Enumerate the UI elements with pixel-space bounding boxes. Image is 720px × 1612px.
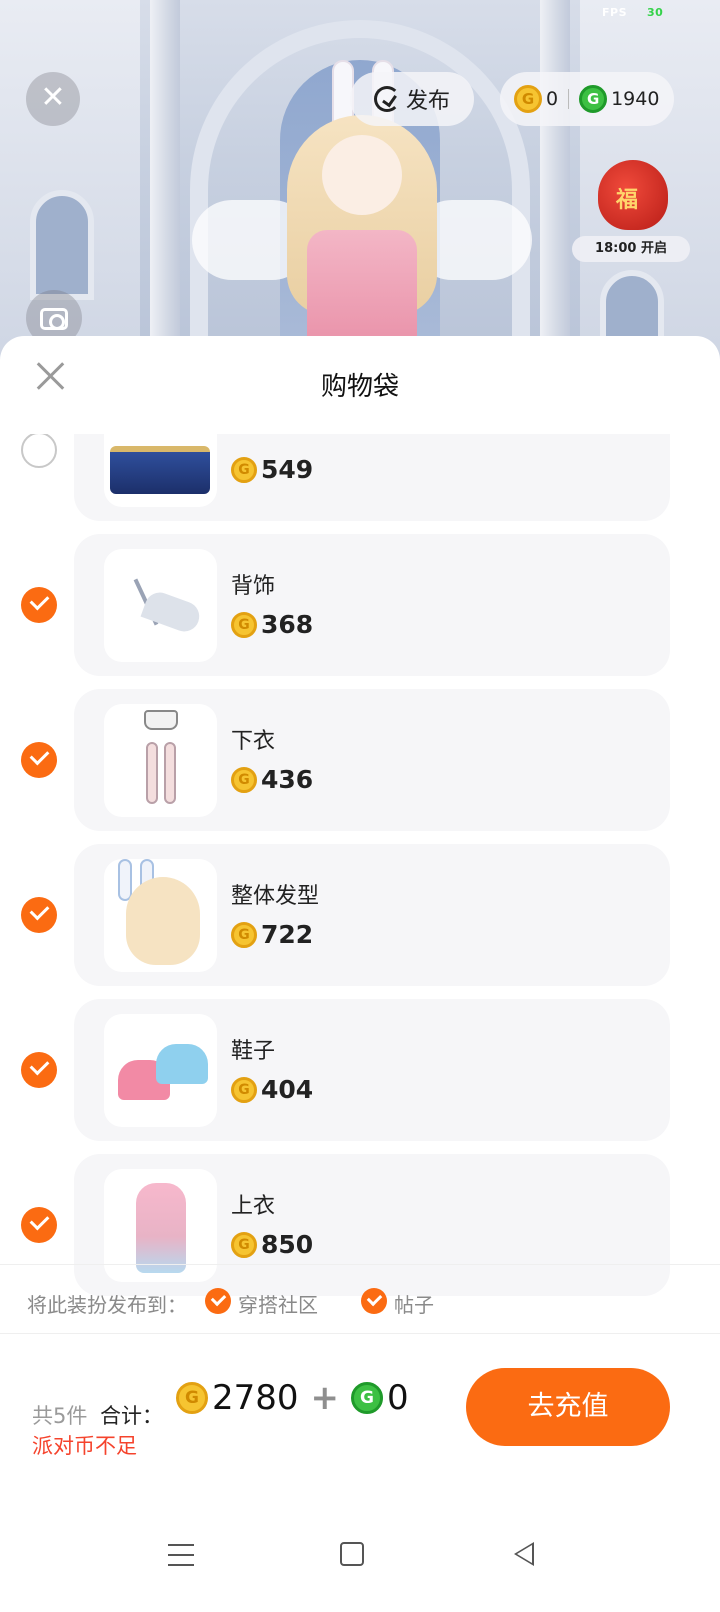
fps-value: 30 [647, 6, 664, 19]
party-coin-icon [231, 921, 257, 948]
g-coin-icon [579, 85, 608, 113]
fps-counter: FPS 30 [602, 6, 663, 19]
item-checkbox[interactable] [21, 434, 57, 468]
recharge-button[interactable]: 去充值 [466, 1368, 670, 1446]
total-label: 合计： [100, 1404, 163, 1428]
item-name: 整体发型 [231, 884, 320, 909]
item-price-value: 850 [261, 1230, 314, 1259]
item-card[interactable]: 549 [74, 434, 670, 521]
publish-target-row: 将此装扮发布到： 穿搭社区 帖子 [0, 1264, 720, 1334]
party-coin-icon [231, 611, 257, 638]
lucky-bag-badge: 福 [616, 188, 639, 213]
insufficient-coins-warning: 派对币不足 [32, 1434, 137, 1458]
home-icon[interactable] [340, 1542, 364, 1566]
g-coin-icon [351, 1382, 384, 1414]
close-scene-button[interactable]: ✕ [26, 72, 80, 126]
plus-sign: + [310, 1378, 340, 1418]
item-price-value: 368 [261, 610, 314, 639]
lucky-bag-event[interactable]: 福 18:00 开启 [572, 150, 690, 262]
cart-item-list[interactable]: 549 背饰 368 [0, 434, 720, 1309]
character-face [322, 135, 402, 215]
cart-item[interactable]: 整体发型 722 [0, 844, 720, 986]
item-name: 下衣 [231, 729, 276, 754]
scene-pillar [150, 0, 180, 360]
item-price: 368 [231, 610, 313, 639]
item-price: 436 [231, 765, 313, 794]
g-coin-balance: 1940 [611, 88, 660, 110]
shoes-art [156, 1044, 208, 1084]
total-price: 2780 + 0 [176, 1378, 409, 1418]
item-name: 背饰 [231, 574, 276, 599]
cart-item[interactable]: 鞋子 404 [0, 999, 720, 1141]
item-price-value: 549 [261, 455, 314, 484]
item-price: 404 [231, 1075, 313, 1104]
item-price: 549 [231, 455, 313, 484]
back-icon[interactable] [514, 1542, 534, 1566]
bottoms-art [164, 742, 176, 804]
item-checkbox[interactable] [21, 1052, 57, 1088]
publish-button[interactable]: 发布 [350, 72, 474, 126]
item-thumbnail-hairstyle [104, 859, 217, 972]
item-price-value: 404 [261, 1075, 314, 1104]
publish-target-label: 将此装扮发布到： [27, 1293, 187, 1317]
party-coin-icon [176, 1382, 208, 1414]
party-coin-icon [231, 766, 257, 793]
close-icon: ✕ [40, 80, 66, 115]
party-coin-icon [231, 1076, 257, 1103]
item-card[interactable]: 鞋子 404 [74, 999, 670, 1141]
publish-post-checkbox[interactable] [361, 1288, 387, 1314]
bottoms-art [146, 742, 158, 804]
fps-label: FPS [602, 6, 627, 19]
currency-balance[interactable]: 0 1940 [500, 72, 674, 126]
item-card[interactable]: 整体发型 722 [74, 844, 670, 986]
item-price: 722 [231, 920, 313, 949]
party-coin-icon [231, 1231, 257, 1258]
item-thumbnail-back-accessory [104, 549, 217, 662]
party-coin-balance: 0 [546, 88, 559, 110]
hairstyle-art [126, 877, 200, 965]
item-checkbox[interactable] [21, 1207, 57, 1243]
item-price-value: 722 [261, 920, 314, 949]
publish-post-label[interactable]: 帖子 [394, 1289, 434, 1318]
scene-pillar [540, 0, 570, 360]
item-name: 上衣 [231, 1194, 276, 1219]
g-coin-total: 0 [387, 1378, 409, 1418]
cart-item[interactable]: 549 [0, 434, 720, 521]
party-coin-icon [514, 85, 542, 113]
publish-community-checkbox[interactable] [205, 1288, 231, 1314]
item-price: 850 [231, 1230, 313, 1259]
cart-item[interactable]: 背饰 368 [0, 534, 720, 676]
publish-community-label[interactable]: 穿搭社区 [238, 1289, 318, 1318]
party-coin-total: 2780 [212, 1378, 299, 1418]
party-coin-icon [231, 456, 257, 483]
item-thumbnail-bottoms [104, 704, 217, 817]
shopping-bag-sheet: 购物袋 549 背饰 368 [0, 336, 720, 1612]
sheet-title: 购物袋 [320, 372, 399, 402]
publish-icon [373, 86, 400, 112]
item-checkbox[interactable] [21, 742, 57, 778]
item-checkbox[interactable] [21, 587, 57, 623]
scene-window [30, 190, 94, 300]
item-price-value: 436 [261, 765, 314, 794]
event-time-label: 18:00 开启 [572, 236, 690, 262]
chandelier-art [110, 446, 210, 494]
bottoms-art [144, 710, 178, 730]
camera-icon [40, 308, 68, 330]
item-card[interactable]: 背饰 368 [74, 534, 670, 676]
lucky-bag-icon: 福 [598, 160, 668, 230]
publish-label: 发布 [405, 89, 450, 114]
item-count: 共5件 [32, 1404, 88, 1428]
currency-divider [568, 89, 570, 109]
top-art [136, 1183, 186, 1273]
item-checkbox[interactable] [21, 897, 57, 933]
menu-icon[interactable] [168, 1544, 194, 1566]
cart-item[interactable]: 下衣 436 [0, 689, 720, 831]
item-name: 鞋子 [231, 1039, 276, 1064]
system-navigation-bar [0, 1520, 720, 1612]
item-thumbnail-chandelier [104, 434, 217, 507]
item-thumbnail-shoes [104, 1014, 217, 1127]
item-card[interactable]: 下衣 436 [74, 689, 670, 831]
checkout-footer: 共5件 合计： 2780 + 0 派对币不足 去充值 [0, 1336, 720, 1476]
back-accessory-art [140, 588, 204, 636]
